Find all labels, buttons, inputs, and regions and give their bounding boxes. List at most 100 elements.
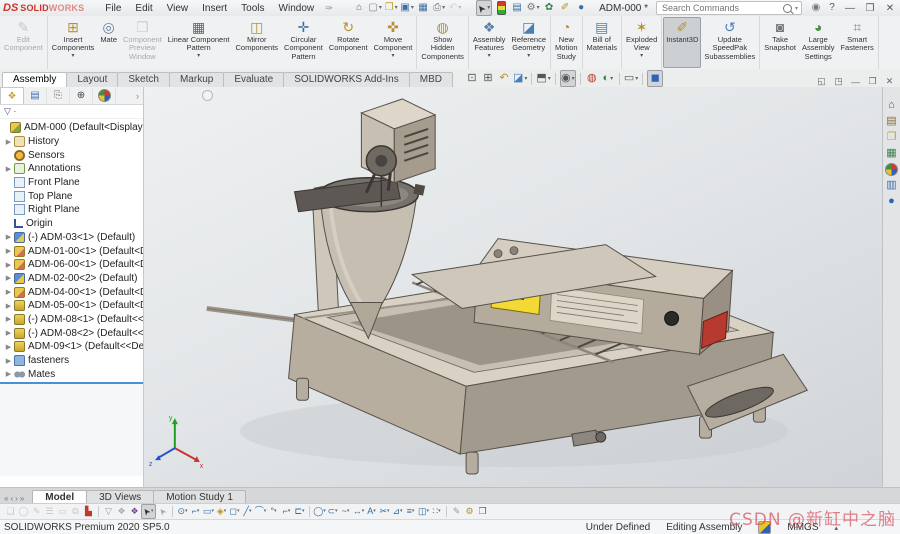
home-taskpane-icon[interactable]: ⌂ bbox=[885, 98, 899, 112]
select-cursor-icon[interactable]: ➤▾ bbox=[141, 504, 156, 519]
pen-tool-icon[interactable]: ✎ bbox=[30, 505, 43, 518]
dropdown-caret-icon[interactable]: ▾ bbox=[438, 509, 441, 514]
dropdown-caret-icon[interactable]: ▾ bbox=[527, 54, 530, 59]
dropdown-caret-icon[interactable]: ▾ bbox=[274, 509, 277, 514]
sphere-view-icon[interactable]: ● bbox=[574, 1, 588, 15]
dropdown-caret-icon[interactable]: ▾ bbox=[335, 509, 338, 514]
tree-item[interactable]: ▶(-) ADM-08<2> (Default<<Defaul bbox=[0, 326, 143, 340]
move-component-button[interactable]: ✜Move Component▾ bbox=[371, 17, 416, 68]
tree-item[interactable]: ▶Annotations bbox=[0, 162, 143, 176]
login-icon[interactable]: ◉ bbox=[809, 1, 823, 15]
doc-restore-button[interactable]: ❐ bbox=[864, 76, 881, 87]
line-sketch-icon[interactable]: ╱▾ bbox=[241, 505, 254, 518]
undo-icon[interactable]: ↶▾ bbox=[448, 1, 462, 15]
view-palette-icon[interactable]: ▦ bbox=[885, 146, 899, 160]
custom-properties-icon[interactable]: ▥ bbox=[885, 178, 899, 192]
dropdown-caret-icon[interactable]: ▾ bbox=[427, 509, 430, 514]
note-tool-icon[interactable]: ❑ bbox=[4, 505, 17, 518]
arc-sketch-icon[interactable]: ⌒▾ bbox=[254, 505, 267, 518]
sketch-icon[interactable]: ✎ bbox=[450, 505, 463, 518]
dropdown-caret-icon[interactable]: ▾ bbox=[379, 5, 382, 11]
doc-tab-model[interactable]: Model bbox=[32, 490, 87, 504]
dropdown-caret-icon[interactable]: ▾ bbox=[442, 5, 445, 11]
text-sketch-icon[interactable]: A▾ bbox=[365, 505, 378, 518]
dropdown-caret-icon[interactable]: ▾ bbox=[387, 509, 390, 514]
doc-tab-3d-views[interactable]: 3D Views bbox=[86, 490, 154, 504]
dropdown-caret-icon[interactable]: ▾ bbox=[72, 54, 75, 59]
tree-item[interactable]: Sensors bbox=[0, 148, 143, 162]
dropdown-caret-icon[interactable]: ▾ bbox=[362, 509, 365, 514]
expand-arrow-icon[interactable]: ▶ bbox=[4, 165, 13, 173]
search-input[interactable] bbox=[660, 2, 783, 14]
apply-scene-icon[interactable]: ◐▾ bbox=[601, 71, 615, 86]
frame-tool-icon[interactable]: ▭ bbox=[56, 505, 69, 518]
select-cursor-icon[interactable]: ➤▾ bbox=[476, 0, 492, 16]
take-snapshot-button[interactable]: ◙Take Snapshot bbox=[761, 17, 799, 68]
graphics-viewport[interactable]: y x z bbox=[144, 87, 882, 487]
menu-tools[interactable]: Tools bbox=[234, 3, 271, 14]
search-caret-icon[interactable]: ▾ bbox=[795, 5, 798, 12]
line-format-icon[interactable]: ☰ bbox=[43, 505, 56, 518]
dropdown-caret-icon[interactable]: ▾ bbox=[412, 509, 415, 514]
tab-layout[interactable]: Layout bbox=[66, 72, 118, 87]
configurationmanager-tab[interactable]: ⎘ bbox=[47, 88, 70, 103]
tree-item[interactable]: ▶(-) ADM-03<1> (Default) bbox=[0, 231, 143, 245]
quick-tip-icon[interactable] bbox=[758, 521, 771, 534]
filter-icon[interactable]: ▽ · bbox=[4, 106, 16, 117]
menu-insert[interactable]: Insert bbox=[195, 3, 234, 14]
poly-sketch-icon[interactable]: ◈▾ bbox=[215, 505, 228, 518]
measure-icon[interactable]: ✐ bbox=[558, 1, 572, 15]
print-icon[interactable]: ⎙▾ bbox=[432, 1, 446, 15]
new-document-icon[interactable]: ▢▾ bbox=[368, 1, 382, 15]
dropdown-caret-icon[interactable]: ▾ bbox=[237, 509, 240, 514]
dropdown-caret-icon[interactable]: ▾ bbox=[288, 509, 291, 514]
dropdown-caret-icon[interactable]: ▾ bbox=[537, 5, 540, 11]
menu-file[interactable]: File bbox=[98, 3, 128, 14]
tab-sketch[interactable]: Sketch bbox=[117, 72, 170, 87]
options-gear-icon[interactable]: ⚙▾ bbox=[526, 1, 540, 15]
cube-tool-icon[interactable]: ❒ bbox=[476, 505, 489, 518]
glove-icon[interactable]: ❖ bbox=[115, 505, 128, 518]
doc-close-button[interactable]: ✕ bbox=[881, 76, 898, 87]
home-icon[interactable]: ⌂ bbox=[352, 1, 366, 15]
rect-sketch-icon[interactable]: ▭▾ bbox=[202, 505, 215, 518]
previous-view-icon[interactable]: ↶ bbox=[497, 71, 511, 86]
tab-solidworks-add-ins[interactable]: SOLIDWORKS Add-Ins bbox=[283, 72, 409, 87]
design-table-icon[interactable]: ▤ bbox=[510, 1, 524, 15]
expand-arrow-icon[interactable]: ▶ bbox=[4, 357, 13, 365]
tree-item[interactable]: Origin bbox=[0, 217, 143, 231]
minimize-button[interactable]: — bbox=[840, 3, 860, 14]
corner-sketch-icon[interactable]: ⌐▾ bbox=[189, 505, 202, 518]
expand-arrow-icon[interactable]: ▶ bbox=[4, 302, 13, 310]
dropdown-caret-icon[interactable]: ▾ bbox=[373, 509, 376, 514]
save-icon[interactable]: ▣▾ bbox=[400, 1, 414, 15]
help-icon[interactable]: ? bbox=[825, 1, 839, 15]
expand-arrow-icon[interactable]: ▶ bbox=[4, 233, 13, 241]
section-view-icon[interactable]: ◪▾ bbox=[513, 71, 527, 86]
appearances-icon[interactable] bbox=[885, 162, 899, 176]
ellipse-sketch-icon[interactable]: ◯▾ bbox=[313, 505, 326, 518]
expand-arrow-icon[interactable]: ▶ bbox=[4, 343, 13, 351]
view-settings-icon[interactable]: ▭▾ bbox=[624, 71, 638, 86]
dropdown-caret-icon[interactable]: ▾ bbox=[548, 76, 551, 82]
new-motion-study-button[interactable]: ◔New Motion Study bbox=[552, 17, 581, 68]
dropdown-caret-icon[interactable]: ▾ bbox=[197, 54, 200, 59]
frame2-sketch-icon[interactable]: ⊏▾ bbox=[293, 505, 306, 518]
open-icon[interactable]: ❐▾ bbox=[384, 1, 398, 15]
expand-arrow-icon[interactable]: ▶ bbox=[4, 274, 13, 282]
dropdown-caret-icon[interactable]: ▾ bbox=[572, 76, 575, 82]
mate-button[interactable]: ◎Mate bbox=[97, 17, 120, 68]
dropdown-caret-icon[interactable]: ▾ bbox=[264, 509, 267, 514]
edit-appearance-icon[interactable]: ◍ bbox=[585, 71, 599, 86]
tree-item[interactable]: ▶fasteners bbox=[0, 354, 143, 368]
menu-edit[interactable]: Edit bbox=[128, 3, 159, 14]
expand-arrow-icon[interactable]: ▶ bbox=[4, 315, 13, 323]
dropdown-caret-icon[interactable]: ▾ bbox=[610, 76, 613, 82]
design-library-icon[interactable]: ▤ bbox=[885, 114, 899, 128]
units-selector[interactable]: MMGS bbox=[787, 522, 818, 533]
units-caret-icon[interactable]: ▴ bbox=[834, 524, 838, 532]
filter-icon[interactable]: ▽ bbox=[102, 505, 115, 518]
tree-item[interactable]: ▶ADM-02-00<2> (Default) bbox=[0, 272, 143, 286]
reference-geometry-button[interactable]: ◪Reference Geometry▾ bbox=[508, 17, 549, 68]
apply-scene-icon[interactable]: ✿ bbox=[542, 1, 556, 15]
